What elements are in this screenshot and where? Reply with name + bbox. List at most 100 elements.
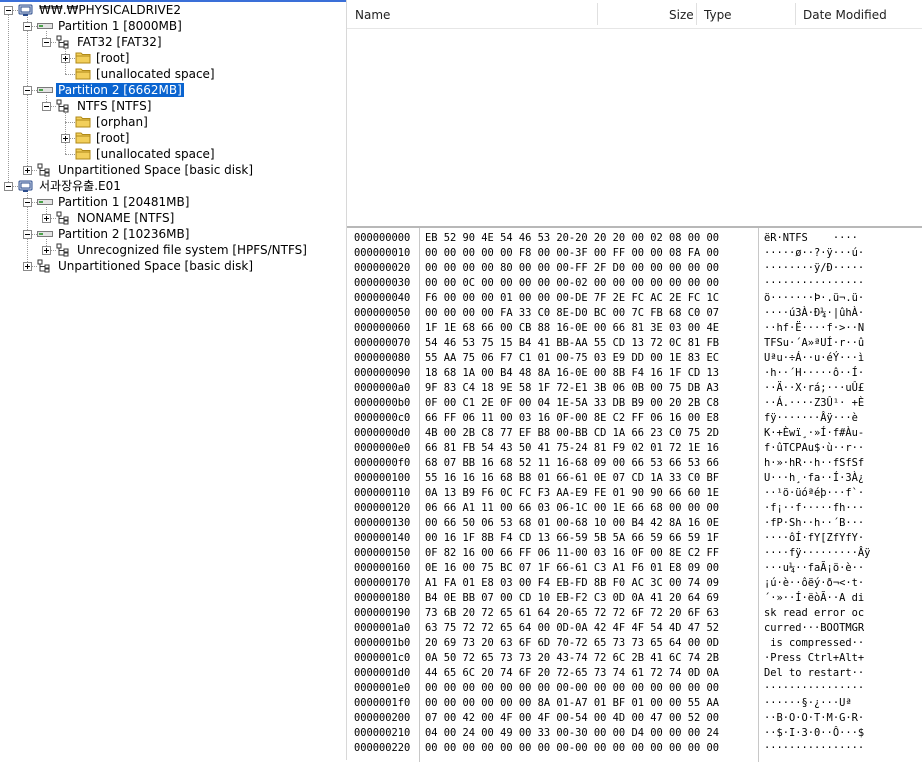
tree-expander-minus-icon[interactable] — [42, 38, 51, 47]
column-separator[interactable] — [795, 3, 796, 25]
tree-node-label: [root] — [96, 51, 130, 65]
drive-icon — [18, 179, 34, 197]
hex-bytes: 9F 83 C4 18 9E 58 1F 72-E1 3B 06 0B 00 7… — [425, 382, 720, 394]
hex-offset: 000000110 — [354, 487, 411, 499]
partition-icon — [37, 195, 53, 211]
hex-bytes: 07 00 42 00 4F 00 4F 00-54 00 4D 00 47 0… — [425, 712, 720, 724]
tree-node[interactable]: Unpartitioned Space [basic disk] — [37, 258, 255, 274]
hex-offset: 0000001c0 — [354, 652, 411, 664]
tree-node[interactable]: [root] — [75, 50, 131, 66]
tree-node-label: [unallocated space] — [96, 67, 215, 81]
column-header-type[interactable]: Type — [704, 0, 732, 28]
file-list-panel[interactable]: Name Size Type Date Modified — [347, 0, 922, 226]
hex-offset: 0000000b0 — [354, 397, 411, 409]
hex-ascii: Del to restart·· — [764, 667, 865, 679]
tree-expander-plus-icon[interactable] — [23, 166, 32, 175]
tree-node[interactable]: NONAME [NTFS] — [56, 210, 176, 226]
hex-bytes: B4 0E BB 07 00 CD 10 EB-F2 C3 0D 0A 41 2… — [425, 592, 720, 604]
hex-bytes: 4B 00 2B C8 77 EF B8 00-BB CD 1A 66 23 C… — [425, 427, 720, 439]
hex-bytes: EB 52 90 4E 54 46 53 20-20 20 20 00 02 0… — [425, 232, 720, 244]
tree-expander-plus-icon[interactable] — [42, 214, 51, 223]
hex-bytes: 54 46 53 75 15 B4 41 BB-AA 55 CD 13 72 0… — [425, 337, 720, 349]
hex-offset: 000000100 — [354, 472, 411, 484]
tree-expander-plus-icon[interactable] — [42, 246, 51, 255]
hex-bytes: 0F 82 16 00 66 FF 06 11-00 03 16 0F 00 8… — [425, 547, 720, 559]
hex-ascii: ö·······Þ·.ü¬.ü· — [764, 292, 865, 304]
hex-ascii: ·fP·Sh··h··´B··· — [764, 517, 865, 529]
hex-bytes: 00 00 00 00 00 F8 00 00-3F 00 FF 00 00 0… — [425, 247, 720, 259]
hex-bytes: 00 00 00 00 00 00 00 00-00 00 00 00 00 0… — [425, 682, 720, 694]
hex-offset: 0000001e0 — [354, 682, 411, 694]
tree-node-label: Unrecognized file system [HPFS/NTFS] — [77, 243, 307, 257]
tree-node[interactable]: [orphan] — [75, 114, 150, 130]
hex-ascii: ·f¡··f·····fh··· — [764, 502, 865, 514]
tree-expander-minus-icon[interactable] — [23, 86, 32, 95]
hex-ascii: ····ôÍ·fY[ZfYfY· — [764, 532, 865, 544]
tree-connector — [65, 122, 75, 123]
tree-node[interactable]: Partition 1 [20481MB] — [37, 194, 191, 210]
hex-ascii: U···h¸·fa··Í·3À¿ — [764, 472, 865, 484]
hex-offset: 0000001b0 — [354, 637, 411, 649]
tree-node[interactable]: Unpartitioned Space [basic disk] — [37, 162, 255, 178]
tree-node[interactable]: Partition 2 [10236MB] — [37, 226, 191, 242]
hex-ascii: ··B·O·O·T·M·G·R· — [764, 712, 865, 724]
tree-node[interactable]: Unrecognized file system [HPFS/NTFS] — [56, 242, 309, 258]
tree-node[interactable]: [root] — [75, 130, 131, 146]
drive-icon — [18, 3, 34, 21]
column-header-name[interactable]: Name — [355, 0, 390, 28]
hex-ascii: sk read error oc — [764, 607, 865, 619]
hex-ascii: ···u¼··faÃ¡ö·è·· — [764, 562, 865, 574]
tree-node[interactable]: [unallocated space] — [75, 146, 217, 162]
column-header-date-modified[interactable]: Date Modified — [803, 0, 887, 28]
tree-node[interactable]: Partition 2 [6662MB] — [37, 82, 184, 98]
hex-offset: 000000000 — [354, 232, 411, 244]
hex-bytes: 0F 00 C1 2E 0F 00 04 1E-5A 33 DB B9 00 2… — [425, 397, 720, 409]
tree-expander-minus-icon[interactable] — [4, 182, 13, 191]
tree-node[interactable]: ₩₩.₩PHYSICALDRIVE2 — [18, 2, 183, 18]
tree-expander-plus-icon[interactable] — [23, 262, 32, 271]
tree-node-label: Partition 2 [10236MB] — [58, 227, 190, 241]
tree-connector — [65, 154, 75, 155]
hex-ascii: ·····ø··?·ÿ···ú· — [764, 247, 865, 259]
tree-expander-minus-icon[interactable] — [23, 230, 32, 239]
hex-bytes: 04 00 24 00 49 00 33 00-30 00 00 D4 00 0… — [425, 727, 720, 739]
tree-node[interactable]: Partition 1 [8000MB] — [37, 18, 184, 34]
hex-offset: 000000010 — [354, 247, 411, 259]
column-separator[interactable] — [597, 3, 598, 25]
tree-node-label: 서과장유출.E01 — [39, 179, 121, 193]
hex-ascii: K·+Èwï¸·»Í·f#Àu- — [764, 427, 865, 439]
hex-offset: 0000000f0 — [354, 457, 411, 469]
tree-expander-plus-icon[interactable] — [61, 54, 70, 63]
partition-icon — [37, 19, 53, 35]
tree-expander-minus-icon[interactable] — [42, 102, 51, 111]
tree-node-label: NTFS [NTFS] — [77, 99, 152, 113]
column-header-size[interactable]: Size — [669, 0, 694, 28]
tree-node[interactable]: NTFS [NTFS] — [56, 98, 153, 114]
hex-view-panel[interactable]: 000000000 EB 52 90 4E 54 46 53 20-20 20 2… — [347, 226, 922, 762]
hex-offset: 0000000d0 — [354, 427, 411, 439]
hex-ascii: ·Press Ctrl+Alt+ — [764, 652, 865, 664]
hex-bytes: 00 00 00 00 00 00 00 00-00 00 00 00 00 0… — [425, 742, 720, 754]
hex-offset: 000000210 — [354, 727, 411, 739]
tree-node-label: [root] — [96, 131, 130, 145]
hex-offset: 000000050 — [354, 307, 411, 319]
tree-expander-minus-icon[interactable] — [4, 6, 13, 15]
tree-node[interactable]: FAT32 [FAT32] — [56, 34, 164, 50]
hex-offset: 0000001a0 — [354, 622, 411, 634]
hex-offset-divider — [419, 228, 420, 762]
tree-node[interactable]: 서과장유출.E01 — [18, 178, 123, 194]
tree-node[interactable]: [unallocated space] — [75, 66, 217, 82]
column-separator[interactable] — [696, 3, 697, 25]
tree-expander-plus-icon[interactable] — [61, 134, 70, 143]
tree-connector — [65, 74, 75, 75]
evidence-tree-panel[interactable]: ₩₩.₩PHYSICALDRIVE2 Partition 1 [8000MB] FA… — [0, 0, 347, 760]
hex-bytes: 00 00 00 00 FA 33 C0 8E-D0 BC 00 7C FB 6… — [425, 307, 720, 319]
hex-bytes: 06 66 A1 11 00 66 03 06-1C 00 1E 66 68 0… — [425, 502, 720, 514]
tree-node-label: Unpartitioned Space [basic disk] — [58, 259, 253, 273]
hex-bytes: 55 AA 75 06 F7 C1 01 00-75 03 E9 DD 00 1… — [425, 352, 720, 364]
hex-ascii: ····fÿ·········Âÿ — [764, 547, 871, 559]
hex-bytes: 0E 16 00 75 BC 07 1F 66-61 C3 A1 F6 01 E… — [425, 562, 720, 574]
tree-expander-minus-icon[interactable] — [23, 198, 32, 207]
hex-ascii: ëR·NTFS ···· — [764, 232, 858, 244]
tree-expander-minus-icon[interactable] — [23, 22, 32, 31]
